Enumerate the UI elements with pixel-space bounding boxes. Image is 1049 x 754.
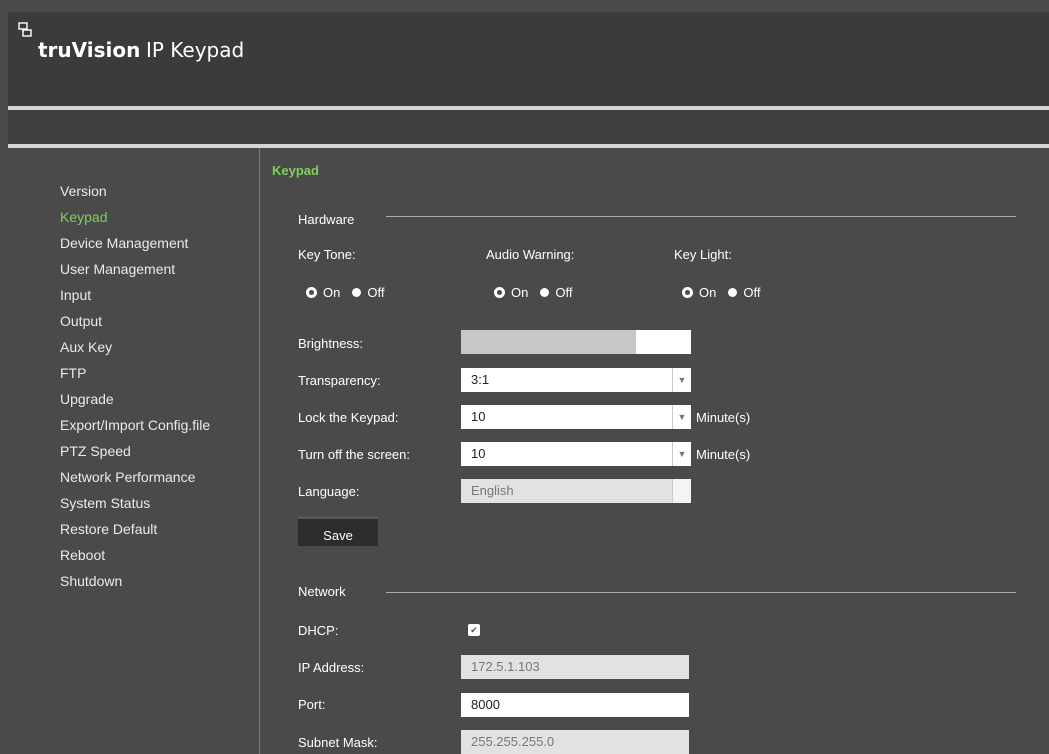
brightness-label: Brightness: [298, 336, 364, 351]
key-tone-off-radio[interactable] [352, 288, 362, 297]
ip-address-label: IP Address: [298, 660, 365, 675]
transparency-select[interactable]: 3:1 ▼ [461, 368, 691, 392]
language-dropdown-handle[interactable] [672, 479, 691, 503]
section-network-divider [386, 592, 1016, 593]
section-network-label: Network [298, 584, 346, 599]
keypad-web-app: truVision IP Keypad Version Keypad Devic… [0, 0, 1049, 754]
sidebar: Version Keypad Device Management User Ma… [8, 148, 260, 754]
key-light-on-radio[interactable] [682, 287, 693, 298]
port-label: Port: [298, 697, 326, 712]
key-light-on-label: On [699, 285, 717, 300]
sidebar-item-network-performance[interactable]: Network Performance [60, 464, 210, 490]
sidebar-item-ftp[interactable]: FTP [60, 360, 210, 386]
chevron-down-icon[interactable]: ▼ [672, 442, 691, 466]
sidebar-item-export-import[interactable]: Export/Import Config.file [60, 412, 210, 438]
sidebar-item-user-management[interactable]: User Management [60, 256, 210, 282]
lock-keypad-unit: Minute(s) [696, 410, 751, 425]
sidebar-menu: Version Keypad Device Management User Ma… [60, 178, 210, 594]
brightness-slider[interactable] [461, 330, 691, 354]
transparency-value: 3:1 [471, 372, 490, 387]
sidebar-item-ptz-speed[interactable]: PTZ Speed [60, 438, 210, 464]
dhcp-label: DHCP: [298, 623, 339, 638]
dhcp-checkbox[interactable]: ✔ [468, 624, 480, 636]
transparency-label: Transparency: [298, 373, 381, 388]
screen-off-value: 10 [471, 446, 486, 461]
port-field[interactable]: 8000 [461, 693, 689, 717]
key-tone-radio-group: On Off [306, 285, 384, 300]
save-button[interactable]: Save [298, 516, 378, 546]
brightness-slider-fill [461, 330, 636, 354]
audio-warning-on-label: On [511, 285, 529, 300]
audio-warning-radio-group: On Off [494, 285, 572, 300]
screen-off-select[interactable]: 10 ▼ [461, 442, 691, 466]
key-tone-on-radio[interactable] [306, 287, 317, 298]
language-label: Language: [298, 484, 360, 499]
sidebar-item-input[interactable]: Input [60, 282, 210, 308]
screen-off-unit: Minute(s) [696, 447, 751, 462]
lock-keypad-value: 10 [471, 409, 486, 424]
page-title: Keypad [272, 163, 319, 178]
audio-warning-off-radio[interactable] [540, 288, 550, 297]
lock-keypad-select[interactable]: 10 ▼ [461, 405, 691, 429]
sidebar-item-aux-key[interactable]: Aux Key [60, 334, 210, 360]
main-content: Keypad Hardware Key Tone: Audio Warning:… [260, 148, 1049, 754]
audio-warning-label: Audio Warning: [486, 247, 575, 262]
sidebar-item-device-management[interactable]: Device Management [60, 230, 210, 256]
sidebar-item-system-status[interactable]: System Status [60, 490, 210, 516]
sidebar-item-output[interactable]: Output [60, 308, 210, 334]
sidebar-item-version[interactable]: Version [60, 178, 210, 204]
header: truVision IP Keypad [8, 12, 1049, 110]
key-light-off-radio[interactable] [728, 288, 738, 297]
section-hardware-label: Hardware [298, 212, 355, 227]
key-tone-on-label: On [323, 285, 341, 300]
lock-keypad-label: Lock the Keypad: [298, 410, 399, 425]
brand-name: truVision [38, 38, 141, 62]
sidebar-item-keypad[interactable]: Keypad [60, 204, 210, 230]
network-logo-icon [18, 22, 32, 37]
section-hardware-divider [386, 216, 1016, 217]
audio-warning-on-radio[interactable] [494, 287, 505, 298]
key-tone-off-label: Off [367, 285, 385, 300]
screen-off-label: Turn off the screen: [298, 447, 411, 462]
key-light-off-label: Off [743, 285, 761, 300]
key-tone-label: Key Tone: [298, 247, 356, 262]
chevron-down-icon[interactable]: ▼ [672, 368, 691, 392]
sidebar-item-reboot[interactable]: Reboot [60, 542, 210, 568]
sidebar-item-upgrade[interactable]: Upgrade [60, 386, 210, 412]
app-title: truVision IP Keypad [38, 38, 244, 63]
sidebar-item-restore-default[interactable]: Restore Default [60, 516, 210, 542]
audio-warning-off-label: Off [555, 285, 573, 300]
sidebar-item-shutdown[interactable]: Shutdown [60, 568, 210, 594]
brand-product: IP Keypad [145, 38, 245, 62]
language-select[interactable]: English [461, 479, 691, 503]
language-value: English [471, 483, 514, 498]
ip-address-field[interactable]: 172.5.1.103 [461, 655, 689, 679]
key-light-label: Key Light: [674, 247, 732, 262]
top-bar [8, 110, 1049, 144]
chevron-down-icon[interactable]: ▼ [672, 405, 691, 429]
key-light-radio-group: On Off [682, 285, 760, 300]
subnet-mask-label: Subnet Mask: [298, 735, 378, 750]
subnet-mask-field[interactable]: 255.255.255.0 [461, 730, 689, 754]
